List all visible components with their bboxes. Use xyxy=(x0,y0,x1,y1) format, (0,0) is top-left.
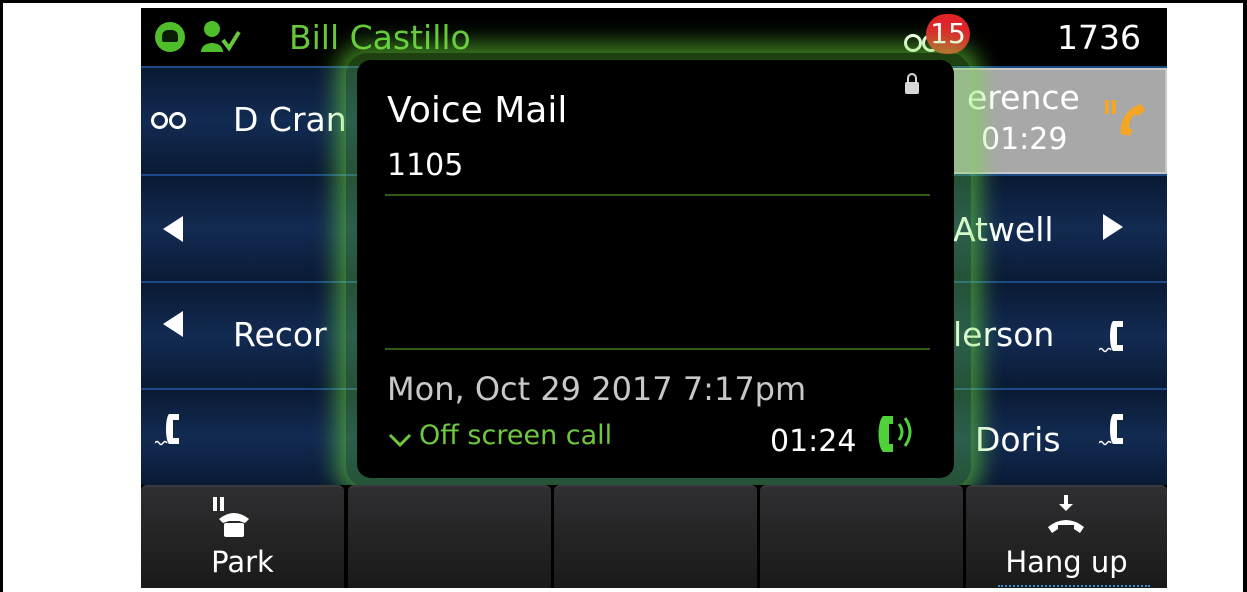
hang-up-icon xyxy=(1048,495,1084,533)
user-name: Bill Castillo xyxy=(289,18,471,57)
hang-up-softkey-label: Hang up xyxy=(1005,545,1128,579)
handset-icon xyxy=(155,414,179,446)
conference-label: erence xyxy=(967,78,1080,117)
popup-title: Voice Mail xyxy=(387,90,568,131)
chevron-down-icon[interactable] xyxy=(387,428,413,450)
divider xyxy=(385,194,930,196)
lock-icon xyxy=(905,73,919,94)
softkey-3[interactable] xyxy=(554,485,757,588)
frame-top xyxy=(0,0,1247,3)
voicemail-count-badge: 15 xyxy=(926,14,970,54)
softkey-2[interactable] xyxy=(348,485,551,588)
softkey-bar: Park Hang up xyxy=(141,485,1167,588)
frame-left xyxy=(0,0,3,592)
arrow-left-icon[interactable] xyxy=(163,216,183,242)
popup-date: Mon, Oct 29 2017 7:17pm xyxy=(387,370,807,408)
popup-call-timer: 01:24 xyxy=(770,424,857,459)
popup-number: 1105 xyxy=(387,148,464,183)
active-call-icon xyxy=(878,416,912,452)
frame-right xyxy=(1243,0,1247,592)
line-key-label-record[interactable]: Recor xyxy=(233,315,327,354)
conference-timer: 01:29 xyxy=(981,122,1068,157)
phone-screen: Bill Castillo 15 1736 D Cran erence 01:2… xyxy=(141,8,1167,588)
voicemail-line-icon[interactable] xyxy=(151,112,191,129)
user-presence-icon xyxy=(201,21,241,52)
softkey-4[interactable] xyxy=(760,485,963,588)
phone-status-icon xyxy=(155,22,185,52)
park-softkey-label: Park xyxy=(211,545,274,579)
line-key-label-doris[interactable]: Doris xyxy=(975,420,1061,459)
park-icon xyxy=(213,497,249,537)
focus-underline xyxy=(998,585,1150,587)
handset-icon xyxy=(1099,321,1123,353)
hang-up-softkey[interactable]: Hang up xyxy=(966,485,1167,588)
voicemail-call-popup[interactable]: Voice Mail 1105 Mon, Oct 29 2017 7:17pm … xyxy=(357,60,954,478)
hold-handset-icon xyxy=(1105,100,1145,136)
line-key-label-d-cran[interactable]: D Cran xyxy=(233,100,347,139)
handset-icon xyxy=(1099,414,1123,446)
park-softkey[interactable]: Park xyxy=(141,485,344,588)
extension-number: 1736 xyxy=(1057,18,1141,57)
arrow-right-icon[interactable] xyxy=(1103,214,1123,240)
popup-status: Off screen call xyxy=(419,420,613,451)
conference-line-key[interactable]: erence 01:29 xyxy=(951,68,1167,174)
divider xyxy=(385,348,930,350)
arrow-left-icon[interactable] xyxy=(163,311,183,337)
